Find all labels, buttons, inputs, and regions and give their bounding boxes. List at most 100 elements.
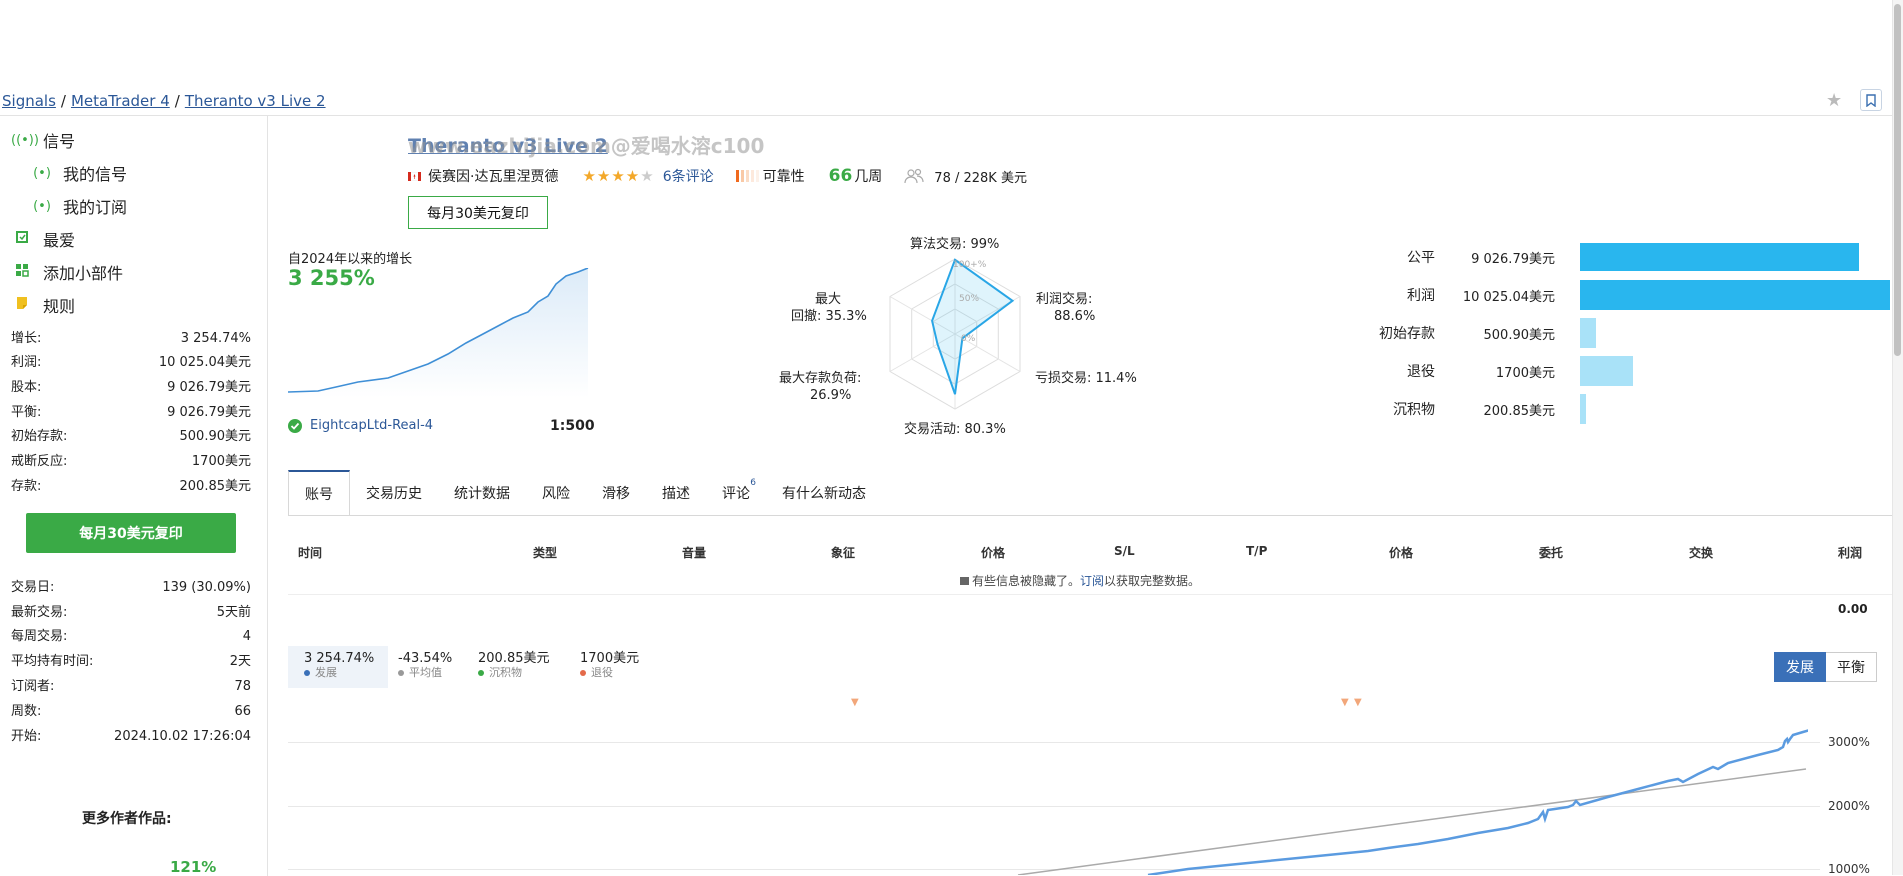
legend-growth[interactable]: 3 254.74% 发展 (288, 646, 389, 688)
tab-slippage[interactable]: 滑移 (586, 470, 646, 516)
sidebar-item-add-widget[interactable]: 添加小部件 (11, 260, 127, 284)
tab-label: 统计数据 (454, 486, 510, 502)
broker-server[interactable]: EightcapLtd-Real-4 (310, 418, 433, 433)
scrollbar-thumb[interactable] (1894, 4, 1901, 356)
bar-label: 退役 (1407, 364, 1435, 380)
col-header-commission[interactable]: 委托 (1539, 544, 1563, 561)
col-header-time[interactable]: 时间 (298, 544, 322, 561)
col-header-swap[interactable]: 交换 (1689, 544, 1713, 561)
col-header-symbol[interactable]: 象征 (831, 544, 855, 561)
tab-description[interactable]: 描述 (646, 470, 706, 516)
col-header-profit[interactable]: 利润 (1838, 544, 1862, 561)
balance-toggle-button[interactable]: 平衡 (1826, 652, 1877, 682)
chart-mode-toggle: 发展 平衡 (1774, 652, 1877, 682)
growth-toggle-button[interactable]: 发展 (1774, 652, 1826, 682)
col-header-close-price[interactable]: 价格 (1389, 544, 1413, 561)
stat-value: 9 026.79美元 (167, 380, 251, 395)
sidebar-copy-button[interactable]: 每月30美元复印 (26, 513, 236, 553)
tab-trade-history[interactable]: 交易历史 (350, 470, 438, 516)
favorite-star-icon[interactable]: ★ (1826, 90, 1842, 111)
weeks-unit: 几周 (854, 169, 883, 185)
table-divider (288, 594, 1892, 595)
legend-dot (304, 670, 310, 676)
tab-risk[interactable]: 风险 (526, 470, 586, 516)
bookmark-icon[interactable] (1860, 89, 1882, 111)
tab-label: 滑移 (602, 486, 630, 502)
stat-label: 周数: (11, 704, 42, 719)
tab-news[interactable]: 有什么新动态 (766, 470, 882, 516)
radar-label-dd-title: 最大 (815, 292, 842, 307)
bar-fill (1580, 356, 1633, 386)
growth-since-label: 自2024年以来的增长 (288, 252, 413, 267)
col-header-sl[interactable]: S/L (1114, 544, 1135, 558)
growth-mini-chart (288, 268, 589, 398)
col-header-volume[interactable]: 音量 (682, 544, 706, 561)
breadcrumb-signals-link[interactable]: Signals (2, 92, 56, 110)
tab-badge: 6 (750, 478, 756, 488)
sidebar-item-subscriptions[interactable]: (•) 我的订阅 (11, 194, 127, 218)
header-copy-button[interactable]: 每月30美元复印 (408, 196, 548, 229)
sidebar-item-my-signals[interactable]: (•) 我的信号 (11, 161, 127, 185)
tab-account[interactable]: 账号 (288, 470, 350, 516)
breadcrumb-current-link[interactable]: Theranto v3 Live 2 (185, 92, 326, 110)
stat-value: 200.85美元 (179, 479, 252, 494)
tab-label: 交易历史 (366, 486, 422, 502)
stat-balance: 平衡: 9 026.79美元 (11, 403, 251, 423)
sidebar-nav: ((•)) 信号 (•) 我的信号 (•) 我的订阅 最爱 添加小部件 规则 (11, 128, 127, 317)
withdrawal-marker[interactable]: ▼ (851, 697, 859, 708)
tabs-divider (288, 515, 1892, 516)
stat-trading-days: 交易日: 139 (30.09%) (11, 578, 251, 598)
radar-tick-50: 50% (959, 294, 980, 304)
stat-label: 股本: (11, 380, 42, 395)
bar-fill (1580, 280, 1890, 310)
sidebar-item-label: 我的订阅 (63, 198, 128, 217)
legend-label: 平均值 (409, 666, 442, 679)
tab-label: 评论 (722, 486, 750, 502)
radar-label-dd-value: 回撤: 35.3% (791, 309, 867, 324)
stat-label: 利润: (11, 355, 42, 370)
reliability-label: 可靠性 (762, 169, 805, 185)
bar-stats: 公平 9 026.79美元 利润 10 025.04美元 初始存款 500.90… (1335, 242, 1890, 424)
legend-label: 沉积物 (489, 666, 522, 679)
legend-deposit[interactable]: 200.85美元 沉积物 (462, 646, 564, 688)
subscribe-link[interactable]: 订阅 (1080, 574, 1104, 588)
tab-label: 账号 (305, 486, 333, 503)
bar-label: 公平 (1407, 250, 1435, 266)
bar-fill (1580, 243, 1859, 271)
col-header-type[interactable]: 类型 (533, 544, 557, 561)
reviews-link[interactable]: 6条评论 (663, 166, 714, 186)
header-divider (0, 115, 1892, 116)
tab-statistics[interactable]: 统计数据 (438, 470, 526, 516)
col-header-price[interactable]: 价格 (981, 544, 1005, 561)
legend-average[interactable]: -43.54% 平均值 (382, 646, 466, 688)
bar-row-equity: 公平 9 026.79美元 (1335, 242, 1890, 272)
bar-row-withdrawal: 退役 1700美元 (1335, 356, 1890, 386)
sidebar-item-favorites[interactable]: 最爱 (11, 227, 127, 251)
withdrawal-marker[interactable]: ▼ (1341, 697, 1349, 708)
col-header-tp[interactable]: T/P (1246, 544, 1267, 558)
more-author-growth[interactable]: 121% (170, 858, 216, 876)
bar-fill (1580, 318, 1596, 348)
growth-main-chart (1017, 729, 1808, 875)
breadcrumb-platform-link[interactable]: MetaTrader 4 (71, 92, 170, 110)
stat-label: 平均持有时间: (11, 654, 94, 669)
stat-value: 500.90美元 (179, 429, 252, 444)
bar-value: 1700美元 (1495, 365, 1555, 381)
radar-label-load-value: 26.9% (810, 388, 852, 403)
sidebar-item-signals[interactable]: ((•)) 信号 (11, 128, 127, 152)
sidebar-item-label: 添加小部件 (43, 264, 124, 283)
growth-mini-area (288, 268, 588, 398)
stat-subscribers: 订阅者: 78 (11, 677, 251, 697)
rating-stars-icon: ★★★★★ (582, 167, 655, 185)
radar-label-loss: 亏损交易: 11.4% (1035, 371, 1137, 386)
breadcrumb-separator: / (174, 92, 180, 110)
tab-reviews[interactable]: 评论 6 (706, 470, 766, 516)
withdrawal-marker[interactable]: ▼ (1354, 697, 1362, 708)
author-name[interactable]: 侯赛因·达瓦里涅贾德 (428, 166, 558, 186)
bar-row-deposit: 沉积物 200.85美元 (1335, 394, 1890, 424)
average-series-line (1017, 768, 1807, 875)
bar-value: 500.90美元 (1483, 327, 1556, 343)
stat-value: 5天前 (216, 605, 251, 620)
sidebar-item-rules[interactable]: 规则 (11, 293, 127, 317)
legend-withdrawal[interactable]: 1700美元 退役 (564, 646, 653, 688)
